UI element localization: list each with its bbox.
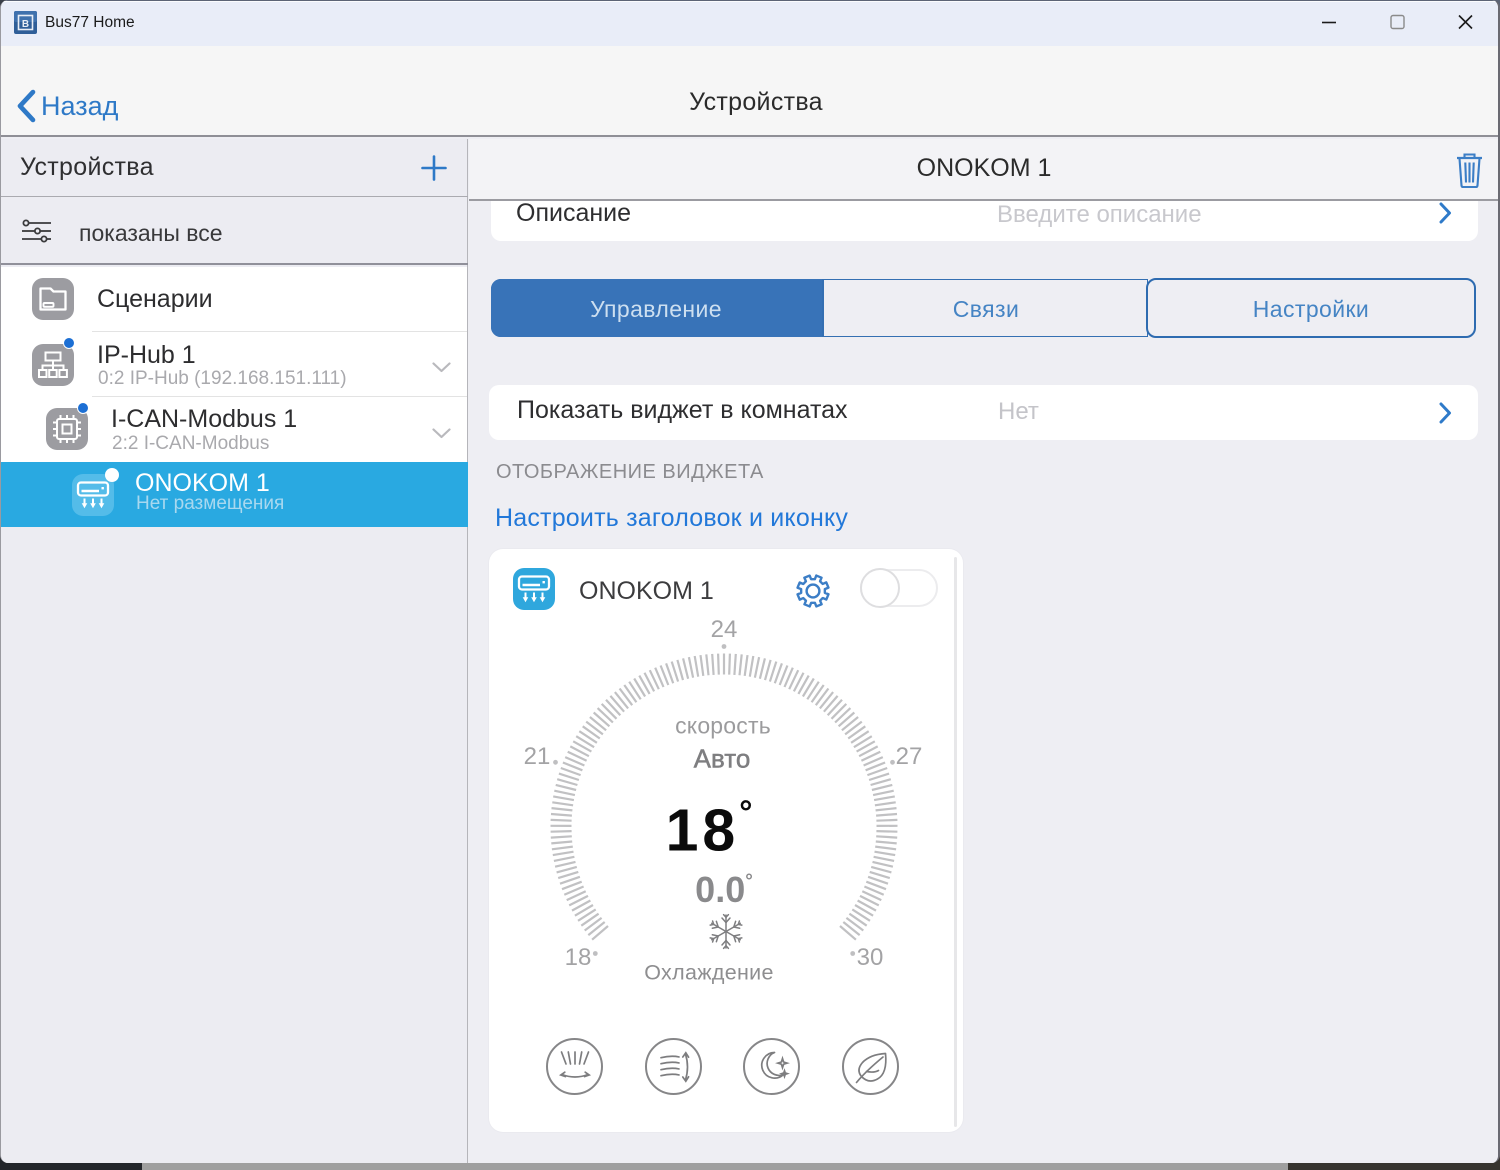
- svg-text:B: B: [22, 19, 29, 30]
